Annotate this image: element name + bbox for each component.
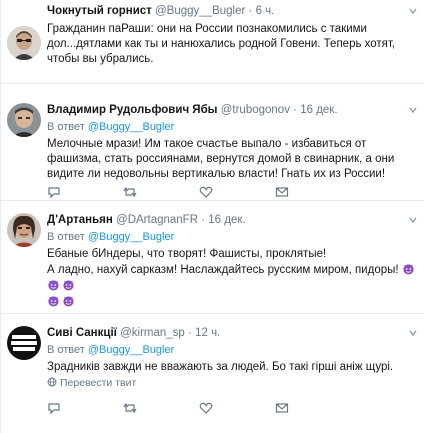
translate-label: Перевести твит bbox=[60, 377, 137, 389]
devil-emoji-icon bbox=[403, 264, 414, 275]
reply-context: В ответ @Buggy__Bugler bbox=[47, 344, 174, 357]
avatar[interactable] bbox=[7, 103, 41, 137]
caret-down-icon[interactable] bbox=[409, 329, 417, 337]
reply-context: В ответ @Buggy__Bugler bbox=[47, 231, 174, 244]
user-handle[interactable]: @DArtagnanFR bbox=[116, 214, 198, 226]
display-name[interactable]: Чокнутый горнист bbox=[47, 5, 152, 17]
tweet-text: Зрадників завжди не вважають за людей. Б… bbox=[47, 361, 394, 373]
tweet-text-line bbox=[47, 294, 419, 310]
separator-dot: · bbox=[201, 214, 206, 226]
tweet-feed: Чокнутый горнист @Buggy__Bugler · 6 ч. Г… bbox=[0, 0, 424, 433]
display-name[interactable]: Д'Артаньян bbox=[47, 214, 113, 226]
tweet-text: Ебаные бИндеры, что творят! Фашисты, про… bbox=[47, 247, 419, 310]
dm-icon[interactable] bbox=[275, 401, 289, 415]
like-icon[interactable] bbox=[199, 401, 213, 415]
reply-prefix: В ответ bbox=[47, 344, 85, 356]
reply-mention-link[interactable]: @Buggy__Bugler bbox=[88, 344, 174, 356]
timestamp[interactable]: 16 дек. bbox=[300, 104, 337, 116]
tweet[interactable]: Д'Артаньян @DArtagnanFR · 16 дек. В отве… bbox=[1, 202, 424, 314]
avatar-image bbox=[7, 26, 41, 60]
caret-down-icon[interactable] bbox=[409, 216, 417, 224]
avatar-image bbox=[7, 326, 41, 360]
dm-icon[interactable] bbox=[275, 185, 289, 199]
reply-mention-link[interactable]: @Buggy__Bugler bbox=[88, 121, 174, 133]
separator-dot: · bbox=[188, 327, 192, 339]
tweet[interactable]: Владимир Рудольфович Ябы @trubogonov · 1… bbox=[1, 85, 424, 201]
reply-icon[interactable] bbox=[47, 401, 61, 415]
user-handle[interactable]: @Buggy__Bugler bbox=[155, 5, 245, 17]
avatar-image bbox=[7, 103, 41, 137]
tweet-text-line2: А ладно, нахуй сарказм! Наслаждайтесь ру… bbox=[47, 264, 399, 276]
timestamp[interactable]: 6 ч. bbox=[256, 5, 275, 17]
caret-down-icon[interactable] bbox=[409, 7, 417, 15]
avatar[interactable] bbox=[7, 326, 41, 360]
reply-context: В ответ @Buggy__Bugler bbox=[47, 121, 174, 134]
tweet[interactable]: Сиві Санкції @kirman_sp · 12 ч. В ответ … bbox=[1, 315, 424, 433]
tweet[interactable]: Чокнутый горнист @Buggy__Bugler · 6 ч. Г… bbox=[1, 0, 424, 84]
reply-prefix: В ответ bbox=[47, 121, 85, 133]
separator-dot: · bbox=[248, 5, 253, 17]
tweet-header: Владимир Рудольфович Ябы @trubogonov · 1… bbox=[47, 103, 338, 117]
tweet-header: Д'Артаньян @DArtagnanFR · 16 дек. bbox=[47, 213, 246, 227]
tweet-header: Чокнутый горнист @Buggy__Bugler · 6 ч. bbox=[47, 4, 274, 18]
avatar[interactable] bbox=[7, 26, 41, 60]
display-name[interactable]: Владимир Рудольфович Ябы bbox=[47, 104, 218, 116]
devil-emoji-icon bbox=[63, 296, 74, 307]
devil-emoji-icon bbox=[48, 280, 59, 291]
devil-emoji-icon bbox=[63, 280, 74, 291]
reply-icon[interactable] bbox=[47, 185, 61, 199]
globe-icon bbox=[47, 377, 57, 387]
retweet-icon[interactable] bbox=[123, 401, 137, 415]
reply-prefix: В ответ bbox=[47, 231, 85, 243]
retweet-icon[interactable] bbox=[123, 185, 137, 199]
display-name[interactable]: Сиві Санкції bbox=[47, 327, 117, 339]
user-handle[interactable]: @kirman_sp bbox=[120, 327, 185, 339]
avatar-image bbox=[7, 213, 41, 247]
tweet-text-line: Ебаные бИндеры, что творят! Фашисты, про… bbox=[47, 248, 327, 260]
separator-dot: · bbox=[293, 104, 297, 116]
tweet-text: Мелочные мрази! Им такое счастье выпало … bbox=[47, 138, 395, 180]
tweet-text: Гражданин паРаши: они на России познаком… bbox=[47, 23, 396, 65]
avatar[interactable] bbox=[7, 213, 41, 247]
caret-down-icon[interactable] bbox=[409, 106, 417, 114]
like-icon[interactable] bbox=[199, 185, 213, 199]
timestamp[interactable]: 12 ч. bbox=[195, 327, 220, 339]
devil-emoji-icon bbox=[48, 296, 59, 307]
tweet-text-line: А ладно, нахуй сарказм! Наслаждайтесь ру… bbox=[47, 262, 419, 294]
timestamp[interactable]: 16 дек. bbox=[208, 214, 245, 226]
tweet-header: Сиві Санкції @kirman_sp · 12 ч. bbox=[47, 326, 220, 340]
reply-mention-link[interactable]: @Buggy__Bugler bbox=[88, 231, 174, 243]
translate-tweet-link[interactable]: Перевести твит bbox=[47, 377, 136, 389]
user-handle[interactable]: @trubogonov bbox=[221, 104, 290, 116]
